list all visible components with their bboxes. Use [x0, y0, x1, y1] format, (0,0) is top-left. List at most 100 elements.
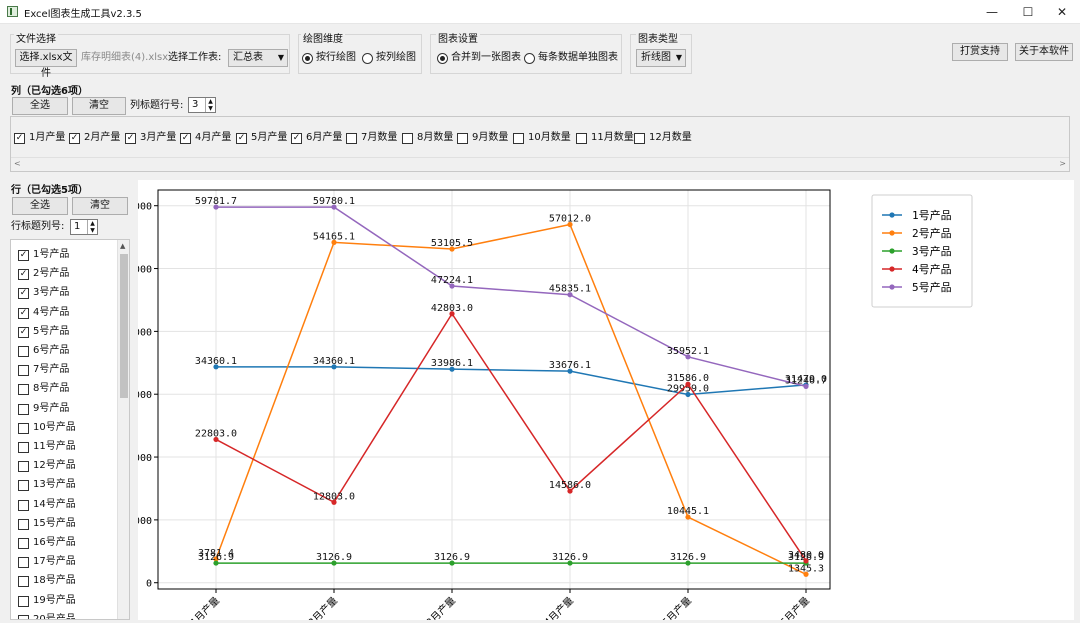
- sheet-select[interactable]: 汇总表 ▼: [228, 49, 288, 67]
- sheet-select-value: 汇总表: [233, 52, 263, 63]
- column-checkbox-label: 5月产量: [251, 132, 288, 143]
- minimize-button[interactable]: —: [974, 0, 1010, 24]
- column-checkbox-label: 12月数量: [649, 132, 692, 143]
- data-label: 14586.0: [549, 480, 591, 491]
- spin-down-icon[interactable]: ▼: [87, 227, 97, 234]
- close-button[interactable]: ✕: [1044, 0, 1080, 24]
- window-title: Excel图表生成工具v2.3.5: [24, 9, 142, 20]
- rows-list: ✓ 1号产品 ✓ 2号产品 ✓ 3号产品 ✓ 4号产品 ✓ 5号产品 6号产品 7号产品 8号产品 9号产…: [10, 239, 130, 620]
- legend-marker: [889, 266, 895, 272]
- row-checkbox[interactable]: [18, 614, 29, 619]
- scroll-right-icon[interactable]: >: [1059, 159, 1066, 168]
- column-checkbox[interactable]: [576, 133, 587, 144]
- row-checkbox-label: 14号产品: [33, 498, 76, 510]
- column-checkbox[interactable]: [457, 133, 468, 144]
- series-line: [215, 206, 807, 388]
- tip-button[interactable]: 打赏支持: [952, 43, 1008, 61]
- column-checkbox-label: 3月产量: [140, 132, 177, 143]
- radio-merge-chart[interactable]: [437, 53, 448, 64]
- column-checkbox[interactable]: [634, 133, 645, 144]
- row-checkbox[interactable]: [18, 595, 29, 607]
- data-label: 53105.5: [431, 238, 473, 249]
- column-checkbox[interactable]: [402, 133, 413, 144]
- row-checkbox[interactable]: ✓: [18, 326, 29, 338]
- data-label: 57012.0: [549, 213, 591, 224]
- header-col-spinbox[interactable]: 1 ▲ ▼: [70, 219, 98, 235]
- chart-type-select[interactable]: 折线图 ▼: [636, 49, 686, 67]
- data-label: 12803.0: [313, 491, 355, 502]
- data-label: 54165.1: [313, 231, 355, 242]
- series-line: [216, 366, 807, 396]
- columns-select-all-button[interactable]: 全选: [12, 97, 68, 115]
- columns-title: 列（已勾选6项）: [11, 86, 88, 97]
- header-col-value: 1: [74, 221, 81, 232]
- rows-clear-button[interactable]: 清空: [72, 197, 128, 215]
- radio-separate-chart[interactable]: [524, 53, 535, 64]
- row-checkbox[interactable]: ✓: [18, 288, 29, 300]
- row-checkbox[interactable]: [18, 422, 29, 434]
- chart-type-value: 折线图: [641, 52, 671, 63]
- column-checkbox[interactable]: ✓: [14, 133, 25, 144]
- radio-col-plot[interactable]: [362, 53, 373, 64]
- maximize-button[interactable]: ☐: [1010, 0, 1046, 24]
- row-checkbox-label: 11号产品: [33, 441, 76, 452]
- column-checkbox[interactable]: ✓: [180, 133, 191, 144]
- row-checkbox[interactable]: [18, 403, 29, 415]
- column-checkbox[interactable]: ✓: [125, 133, 136, 144]
- row-checkbox-label: 18号产品: [33, 575, 76, 587]
- columns-hscrollbar[interactable]: < >: [11, 157, 1069, 171]
- column-checkbox[interactable]: ✓: [236, 133, 247, 144]
- row-checkbox[interactable]: [18, 538, 29, 549]
- spin-down-icon[interactable]: ▼: [205, 105, 215, 112]
- column-checkbox-label: 9月数量: [472, 132, 509, 143]
- columns-list: ✓ 1月产量 ✓ 2月产量 ✓ 3月产量 ✓ 4月产量 ✓ 5月产量 ✓ 6月产量 7月数量 8月数量 9月…: [10, 116, 1070, 172]
- row-checkbox[interactable]: ✓: [18, 269, 29, 281]
- row-checkbox[interactable]: ✓: [18, 307, 29, 319]
- radio-row-plot-label: 按行绘图: [316, 52, 356, 63]
- column-checkbox[interactable]: [346, 133, 357, 144]
- row-checkbox[interactable]: [18, 346, 29, 357]
- row-checkbox[interactable]: [18, 557, 29, 569]
- column-checkbox-label: 10月数量: [528, 132, 571, 143]
- spin-up-icon[interactable]: ▲: [205, 98, 215, 105]
- header-row-spinbox[interactable]: 3 ▲ ▼: [188, 97, 216, 113]
- column-checkbox[interactable]: ✓: [69, 133, 80, 144]
- y-tick-label: 20000: [138, 453, 152, 464]
- legend-marker: [889, 248, 895, 254]
- row-checkbox[interactable]: ✓: [18, 250, 29, 261]
- y-tick-label: 60000: [138, 202, 152, 213]
- row-checkbox-label: 12号产品: [33, 460, 76, 472]
- radio-row-plot[interactable]: [302, 53, 313, 64]
- y-tick-label: 10000: [138, 516, 152, 527]
- about-button[interactable]: 关于本软件: [1015, 43, 1073, 61]
- column-checkbox[interactable]: ✓: [291, 133, 302, 144]
- column-checkbox-label: 4月产量: [195, 132, 232, 143]
- column-checkbox[interactable]: [513, 133, 524, 144]
- row-checkbox[interactable]: [18, 480, 29, 492]
- row-checkbox-label: 17号产品: [33, 556, 76, 568]
- row-checkbox[interactable]: [18, 384, 29, 396]
- row-checkbox-label: 4号产品: [33, 306, 70, 318]
- row-checkbox-label: 9号产品: [33, 402, 70, 414]
- row-checkbox[interactable]: [18, 499, 29, 511]
- row-checkbox[interactable]: [18, 518, 29, 530]
- scroll-thumb[interactable]: [120, 254, 128, 398]
- spin-up-icon[interactable]: ▲: [87, 220, 97, 227]
- x-tick-label: 5月产量: [659, 594, 694, 620]
- select-file-button[interactable]: 选择.xlsx文件: [15, 49, 77, 79]
- legend-label: 4号产品: [912, 262, 952, 276]
- scroll-up-icon[interactable]: ▲: [120, 242, 125, 250]
- row-checkbox-label: 19号产品: [33, 594, 76, 606]
- row-checkbox[interactable]: [18, 365, 29, 377]
- legend-label: 2号产品: [912, 226, 952, 240]
- data-label: 3126.9: [670, 552, 706, 563]
- rows-select-all-button[interactable]: 全选: [12, 197, 68, 215]
- columns-clear-button[interactable]: 清空: [72, 97, 126, 115]
- row-checkbox-label: 8号产品: [33, 383, 70, 395]
- rows-vscrollbar[interactable]: ▲: [117, 240, 129, 619]
- row-checkbox[interactable]: [18, 442, 29, 453]
- row-checkbox-label: 16号产品: [33, 537, 76, 548]
- row-checkbox[interactable]: [18, 576, 29, 588]
- row-checkbox[interactable]: [18, 461, 29, 473]
- scroll-left-icon[interactable]: <: [14, 159, 21, 168]
